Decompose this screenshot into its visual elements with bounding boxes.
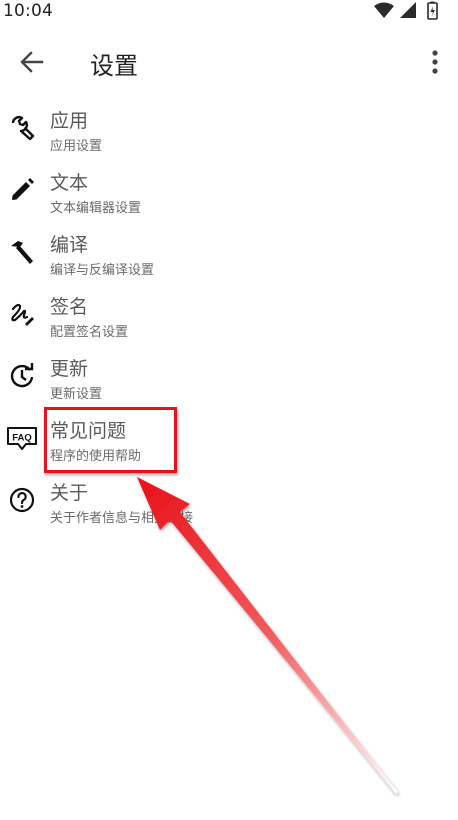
update-icon — [10, 363, 34, 388]
settings-item-title: 应用 — [50, 110, 89, 132]
app-bar: 设置 — [0, 34, 458, 90]
back-button[interactable] — [12, 42, 52, 82]
page-title: 设置 — [90, 52, 138, 80]
settings-item-about[interactable]: 关于 关于作者信息与相关链接 — [0, 472, 458, 534]
more-vert-icon — [432, 50, 438, 74]
settings-item-title: 文本 — [50, 172, 89, 194]
battery-icon — [427, 1, 438, 20]
settings-item-subtitle: 文本编辑器设置 — [50, 201, 142, 216]
help-circle-icon — [9, 487, 35, 513]
settings-item-title: 关于 — [50, 482, 89, 504]
signal-icon — [400, 2, 416, 18]
settings-item-subtitle: 配置签名设置 — [50, 325, 129, 340]
settings-item-subtitle: 关于作者信息与相关链接 — [50, 511, 194, 526]
signature-icon — [11, 303, 34, 326]
status-bar: 10:04 — [0, 0, 458, 24]
wifi-icon — [374, 2, 394, 18]
settings-item-update[interactable]: 更新 更新设置 — [0, 348, 458, 410]
status-time: 10:04 — [3, 1, 53, 21]
pencil-icon — [12, 178, 34, 200]
wrench-icon — [11, 116, 35, 141]
faq-icon: FAQ — [7, 427, 37, 450]
settings-item-app[interactable]: 应用 应用设置 — [0, 100, 458, 162]
settings-item-subtitle: 编译与反编译设置 — [50, 263, 155, 278]
settings-item-title: 更新 — [50, 358, 89, 380]
hammer-icon — [11, 241, 33, 264]
settings-item-title: 签名 — [50, 296, 89, 318]
settings-item-title: 编译 — [50, 234, 89, 256]
annotation-highlight-box — [44, 407, 177, 473]
status-icons — [372, 1, 444, 21]
back-arrow-icon — [20, 51, 44, 73]
settings-item-subtitle: 应用设置 — [50, 139, 103, 154]
settings-item-compile[interactable]: 编译 编译与反编译设置 — [0, 224, 458, 286]
settings-item-subtitle: 更新设置 — [50, 387, 103, 402]
more-options-button[interactable] — [421, 42, 449, 82]
settings-item-signature[interactable]: 签名 配置签名设置 — [0, 286, 458, 348]
settings-item-text[interactable]: 文本 文本编辑器设置 — [0, 162, 458, 224]
svg-text:FAQ: FAQ — [12, 433, 32, 444]
